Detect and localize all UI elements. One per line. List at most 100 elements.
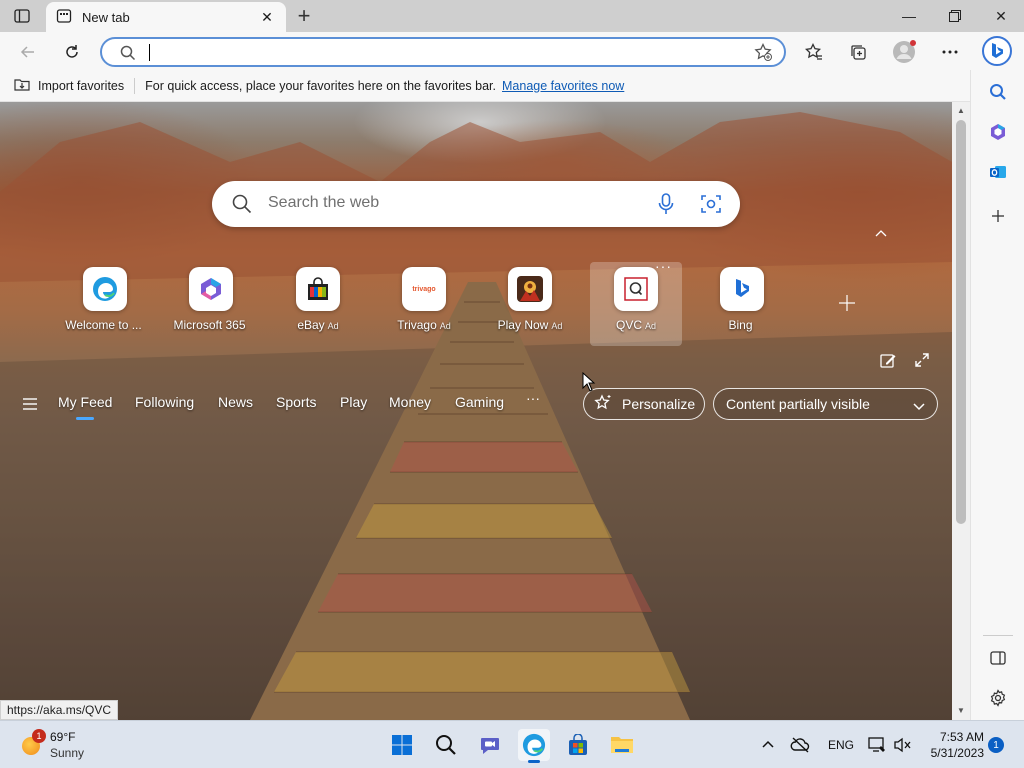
quick-link-label: Microsoft 365	[173, 318, 246, 332]
game-icon	[508, 267, 552, 311]
search-icon	[120, 45, 136, 64]
favorites-icon[interactable]	[800, 38, 828, 66]
divider	[983, 635, 1013, 636]
import-favorites-button[interactable]: Import favorites	[14, 77, 124, 94]
edit-background-icon[interactable]	[880, 352, 896, 371]
weather-badge: 1	[32, 729, 46, 743]
language-indicator[interactable]: ENG	[828, 738, 854, 752]
sidebar-office-icon[interactable]	[984, 118, 1012, 146]
visual-search-icon[interactable]	[700, 193, 722, 218]
menu-icon[interactable]	[22, 398, 38, 413]
edge-icon	[83, 267, 127, 311]
quick-link-label: QVC Ad	[615, 318, 657, 332]
tab-following[interactable]: Following	[135, 394, 194, 410]
quick-link-label: Trivago Ad	[397, 318, 451, 332]
temperature: 69°F	[50, 730, 76, 744]
show-hidden-icons-chevron[interactable]	[762, 737, 774, 751]
quick-link-microsoft-365[interactable]: Microsoft 365	[165, 265, 257, 345]
import-icon	[14, 77, 30, 94]
sidebar-search-icon[interactable]	[984, 78, 1012, 106]
weather-condition: Sunny	[50, 746, 85, 760]
taskbar-search-icon[interactable]	[430, 729, 462, 761]
fullscreen-icon[interactable]	[914, 352, 930, 371]
clock-date: 5/31/2023	[930, 746, 984, 760]
content-visibility-label: Content partially visible	[726, 396, 870, 412]
quick-link-trivago[interactable]: trivago Trivago Ad	[378, 265, 470, 345]
import-favorites-label: Import favorites	[38, 78, 125, 93]
microsoft-365-icon	[189, 267, 233, 311]
tab-news[interactable]: News	[218, 394, 253, 410]
collections-icon[interactable]	[844, 38, 872, 66]
more-tabs-icon[interactable]: ···	[526, 390, 540, 406]
tab-strip: New tab ✕ + — ✕	[0, 0, 1024, 32]
scroll-down-icon[interactable]: ▼	[956, 706, 966, 716]
quick-link-ebay[interactable]: eBay Ad	[272, 265, 364, 345]
onedrive-offline-icon[interactable]	[790, 737, 810, 756]
tab-actions-icon[interactable]	[10, 6, 34, 26]
microphone-icon[interactable]	[658, 193, 674, 218]
tab-money[interactable]: Money	[389, 394, 431, 410]
taskbar: 1 69°F Sunny ENG 7:53 AM 5/31/2023 1	[0, 720, 1024, 768]
bing-icon	[720, 267, 764, 311]
back-button[interactable]	[14, 38, 42, 66]
clock-time: 7:53 AM	[939, 730, 984, 744]
text-caret	[149, 44, 150, 61]
close-window-button[interactable]: ✕	[978, 0, 1024, 32]
add-site-icon[interactable]	[836, 292, 858, 314]
display-icon[interactable]	[868, 737, 886, 756]
bing-chat-icon[interactable]	[982, 36, 1012, 66]
personalize-button[interactable]: Personalize	[583, 388, 705, 420]
restore-button[interactable]	[932, 0, 978, 32]
tab-my-feed[interactable]: My Feed	[58, 394, 112, 420]
chevron-down-icon	[913, 398, 925, 414]
quick-link-label: Play Now Ad	[497, 318, 563, 332]
tab-new-tab[interactable]: New tab ✕	[46, 2, 286, 32]
volume-muted-icon[interactable]	[894, 737, 912, 756]
new-tab-button[interactable]: +	[292, 3, 316, 28]
sidebar-settings-icon[interactable]	[984, 684, 1012, 712]
sidebar-add-icon[interactable]	[984, 202, 1012, 230]
add-favorite-icon[interactable]	[754, 42, 772, 64]
file-explorer-icon[interactable]	[606, 729, 638, 761]
content-visibility-dropdown[interactable]: Content partially visible	[713, 388, 938, 420]
tab-play[interactable]: Play	[340, 394, 367, 410]
quick-link-play-now[interactable]: Play Now Ad	[484, 265, 576, 345]
close-tab-icon[interactable]: ✕	[258, 8, 276, 26]
collapse-chevron-icon[interactable]	[872, 226, 890, 240]
scrollbar-thumb[interactable]	[956, 120, 966, 524]
search-placeholder[interactable]: Search the web	[268, 194, 379, 212]
edge-taskbar-icon[interactable]	[518, 729, 550, 763]
new-tab-icon	[56, 8, 72, 27]
tab-sports[interactable]: Sports	[276, 394, 316, 410]
start-button[interactable]	[386, 729, 418, 761]
microsoft-store-icon[interactable]	[562, 729, 594, 761]
web-search-box[interactable]: Search the web	[212, 181, 740, 227]
weather-widget[interactable]: 1 69°F Sunny	[18, 727, 98, 763]
quick-link-qvc[interactable]: ··· QVC Ad	[590, 258, 682, 346]
notification-badge[interactable]: 1	[988, 737, 1004, 753]
favorites-message: For quick access, place your favorites h…	[145, 78, 497, 93]
quick-link-label: eBay Ad	[297, 318, 339, 332]
personalize-label: Personalize	[622, 396, 696, 412]
quick-link-label: Welcome to ...	[65, 318, 142, 332]
address-input[interactable]	[148, 42, 708, 62]
teams-chat-icon[interactable]	[474, 729, 506, 761]
search-icon	[232, 194, 252, 217]
settings-more-icon[interactable]	[936, 38, 964, 66]
manage-favorites-link[interactable]: Manage favorites now	[502, 79, 624, 93]
new-tab-page: Search the web Welcome to ... Microsoft …	[0, 102, 952, 720]
sidebar-outlook-icon[interactable]	[984, 158, 1012, 186]
system-clock[interactable]: 7:53 AM 5/31/2023	[922, 729, 984, 761]
address-bar[interactable]	[100, 37, 786, 67]
scroll-up-icon[interactable]: ▲	[956, 106, 966, 116]
refresh-button[interactable]	[58, 38, 86, 66]
hide-sidebar-icon[interactable]	[984, 644, 1012, 672]
more-options-icon[interactable]: ···	[655, 258, 672, 274]
page-scrollbar[interactable]: ▲ ▼	[952, 102, 970, 720]
sidebar	[970, 70, 1024, 720]
quick-link-bing[interactable]: Bing	[696, 265, 788, 345]
profile-avatar[interactable]	[890, 38, 918, 66]
quick-link-welcome[interactable]: Welcome to ...	[59, 265, 151, 345]
tab-gaming[interactable]: Gaming	[455, 394, 504, 410]
minimize-button[interactable]: —	[886, 0, 932, 32]
